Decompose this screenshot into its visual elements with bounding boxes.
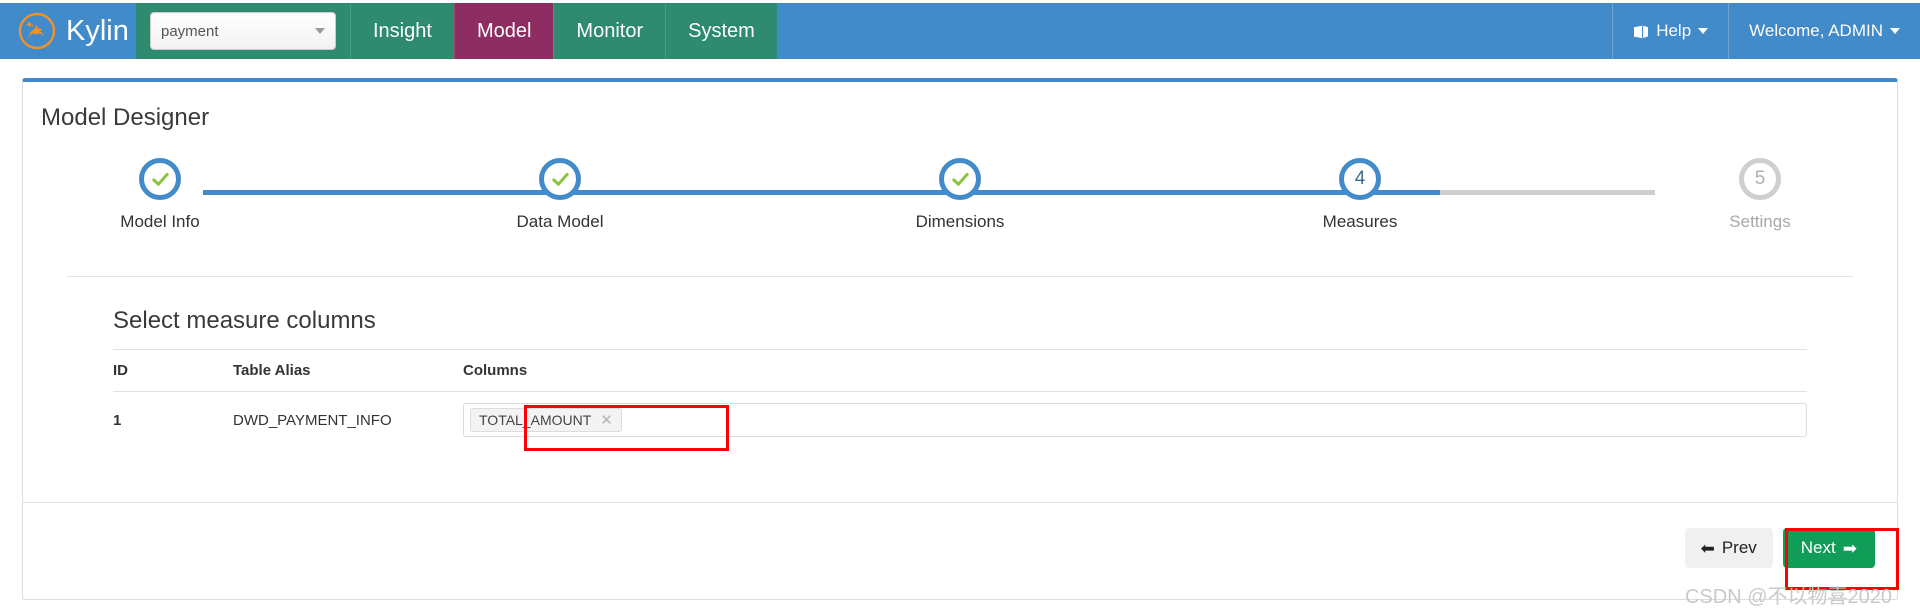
column-header-columns: Columns — [463, 349, 1807, 392]
measures-table: ID Table Alias Columns 1 DWD_PAYMENT_INF… — [113, 349, 1807, 448]
table-header-row: ID Table Alias Columns — [113, 349, 1807, 392]
brand-name: Kylin — [66, 14, 129, 47]
stepper-label-3: Dimensions — [915, 212, 1005, 231]
stepper-label-4: Measures — [1322, 212, 1398, 231]
stepper-label-1: Model Info — [120, 212, 200, 231]
wizard-footer-actions: ⬅ Prev Next ➡ — [1684, 528, 1875, 568]
section-heading: Select measure columns — [113, 307, 376, 334]
cell-columns: TOTAL_AMOUNT ✕ — [463, 392, 1807, 449]
next-button[interactable]: Next ➡ — [1782, 528, 1875, 568]
measure-section: Select measure columns ID Table Alias Co… — [23, 277, 1897, 448]
watermark: CSDN @不以物喜2020 — [1684, 586, 1892, 608]
navbar-spacer — [776, 3, 1613, 59]
table-row: 1 DWD_PAYMENT_INFO TOTAL_AMOUNT ✕ — [113, 392, 1807, 449]
next-button-label: Next — [1800, 538, 1836, 557]
caret-down-icon — [315, 28, 325, 34]
caret-down-icon — [1698, 28, 1709, 34]
cell-table-alias: DWD_PAYMENT_INFO — [233, 411, 392, 429]
nav-item-monitor[interactable]: Monitor — [553, 3, 665, 59]
caret-down-icon — [1890, 28, 1900, 34]
brand-home-link[interactable]: Kylin — [0, 3, 136, 59]
model-designer-panel: Model Designer Model Info Data Model Dim… — [22, 78, 1898, 600]
nav-item-system[interactable]: System — [665, 3, 777, 59]
column-header-id: ID — [113, 349, 233, 392]
navbar-right-group: Help Welcome, ADMIN — [1612, 3, 1920, 59]
stepper-label-5: Settings — [1729, 212, 1791, 231]
stepper-step-data-model[interactable]: Data Model — [475, 158, 645, 232]
check-icon — [551, 172, 569, 186]
nav-item-insight-label: Insight — [373, 19, 432, 42]
check-icon — [951, 172, 969, 186]
stepper-label-2: Data Model — [516, 212, 604, 231]
close-x-icon[interactable]: ✕ — [600, 413, 613, 428]
cell-id: 1 — [113, 411, 122, 429]
stepper-bubble-2 — [539, 158, 581, 200]
stepper-step-dimensions[interactable]: Dimensions — [875, 158, 1045, 232]
book-icon — [1633, 24, 1649, 39]
project-select[interactable]: payment — [150, 12, 336, 50]
measure-columns-input[interactable]: TOTAL_AMOUNT ✕ — [463, 403, 1807, 437]
stepper-step-model-info[interactable]: Model Info — [75, 158, 245, 232]
help-menu-label: Help — [1656, 21, 1692, 40]
prev-button-label: Prev — [1721, 538, 1757, 557]
wizard-stepper: Model Info Data Model Dimensions 4 Measu… — [75, 158, 1845, 270]
user-menu[interactable]: Welcome, ADMIN — [1728, 3, 1920, 59]
column-header-table-alias: Table Alias — [233, 349, 463, 392]
nav-item-monitor-label: Monitor — [576, 19, 644, 42]
measure-column-chip[interactable]: TOTAL_AMOUNT ✕ — [470, 408, 622, 432]
nav-item-model-label: Model — [476, 19, 532, 42]
nav-item-model[interactable]: Model — [453, 3, 554, 59]
check-icon — [151, 172, 169, 186]
stepper-bubble-3 — [939, 158, 981, 200]
kylin-creature-logo-icon — [16, 10, 58, 52]
stepper-number-4: 4 — [1354, 168, 1366, 189]
project-select-wrapper: payment — [136, 3, 350, 59]
stepper-number-5: 5 — [1754, 168, 1766, 189]
page-title: Model Designer — [41, 104, 210, 131]
arrow-left-icon: ⬅ — [1700, 538, 1715, 558]
prev-button[interactable]: ⬅ Prev — [1684, 528, 1773, 568]
measure-column-chip-label: TOTAL_AMOUNT — [479, 412, 592, 428]
footer-divider — [23, 502, 1897, 503]
arrow-right-icon: ➡ — [1842, 538, 1857, 558]
stepper-bubble-1 — [139, 158, 181, 200]
stepper-bubble-4: 4 — [1339, 158, 1381, 200]
stepper-step-measures[interactable]: 4 Measures — [1275, 158, 1445, 232]
nav-item-insight[interactable]: Insight — [350, 3, 454, 59]
nav-item-system-label: System — [688, 19, 755, 42]
project-select-value: payment — [161, 22, 219, 40]
help-menu[interactable]: Help — [1612, 3, 1728, 59]
nav-green-group: payment Insight Model Monitor System — [136, 3, 777, 59]
user-menu-label: Welcome, ADMIN — [1749, 21, 1883, 40]
stepper-step-settings[interactable]: 5 Settings — [1675, 158, 1845, 232]
stepper-bubble-5: 5 — [1739, 158, 1781, 200]
top-navbar: Kylin payment Insight Model Monitor Syst… — [0, 3, 1920, 59]
